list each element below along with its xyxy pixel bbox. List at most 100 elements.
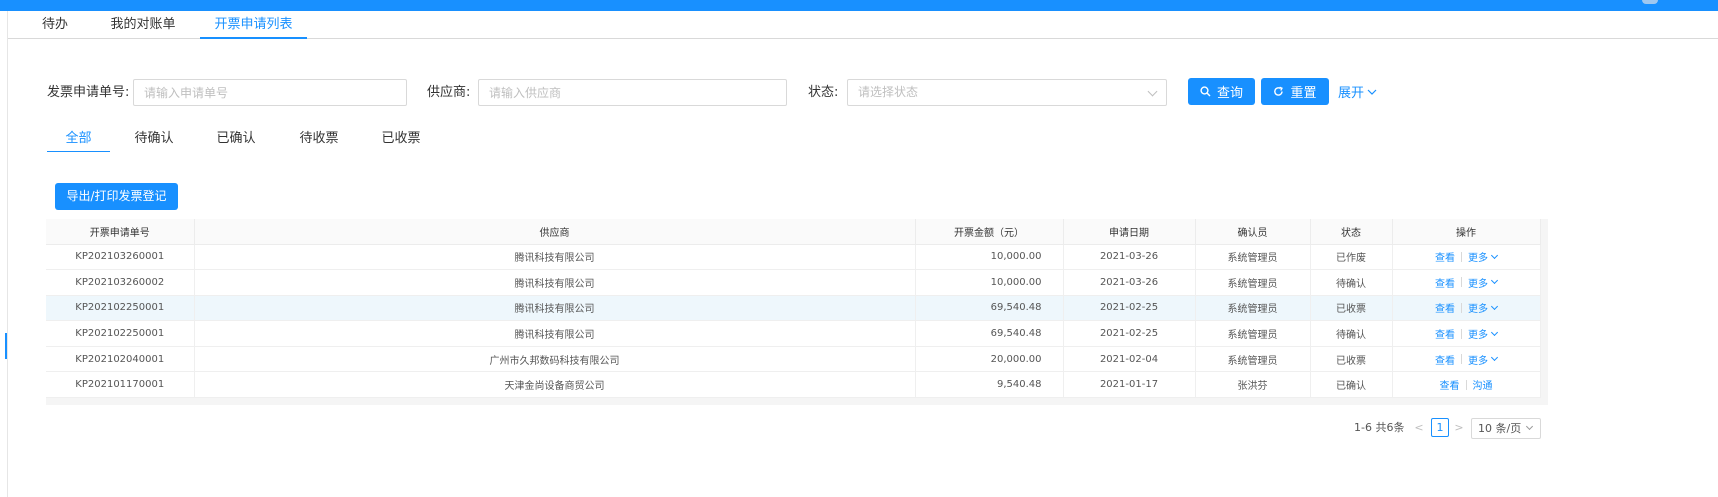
chevron-down-icon[interactable]	[1490, 354, 1499, 362]
more-link[interactable]: 更多	[1468, 249, 1488, 264]
invoice-no-label: 发票申请单号:	[47, 85, 130, 100]
more-link[interactable]: 更多	[1468, 352, 1488, 367]
view-link[interactable]: 查看	[1435, 249, 1455, 264]
more-link[interactable]: 更多	[1468, 300, 1488, 315]
cell-status: 待确认	[1310, 269, 1393, 296]
cell-supplier: 腾讯科技有限公司	[194, 244, 916, 271]
table-row: KP202103260001 腾讯科技有限公司 10,000.00 2021-0…	[46, 244, 1541, 271]
chevron-down-icon[interactable]	[1490, 251, 1499, 259]
cell-status: 待确认	[1310, 320, 1393, 347]
tab-todo[interactable]: 待办	[34, 11, 76, 39]
cell-date: 2021-02-25	[1063, 295, 1196, 322]
query-button[interactable]: 查询	[1188, 78, 1255, 105]
view-link[interactable]: 查看	[1435, 275, 1455, 290]
chevron-down-icon	[1367, 89, 1377, 95]
view-link[interactable]: 查看	[1435, 352, 1455, 367]
expand-label: 展开	[1338, 86, 1365, 101]
status-tab-pending-receipt[interactable]: 待收票	[295, 130, 343, 152]
cell-supplier: 天津金尚设备商贸公司	[194, 371, 916, 399]
cell-amount: 9,540.48	[915, 371, 1064, 399]
cell-supplier: 腾讯科技有限公司	[194, 269, 916, 296]
cell-actions: 查看 更多	[1392, 244, 1541, 271]
cell-status: 已收票	[1310, 346, 1393, 373]
column-header[interactable]: 开票金额（元）	[915, 219, 1064, 245]
cell-status: 已确认	[1310, 371, 1393, 399]
column-header[interactable]: 供应商	[194, 219, 916, 245]
cell-invoice-no: KP202102040001	[46, 346, 195, 373]
top-header-bar	[0, 0, 1718, 11]
pagination-page-1[interactable]: 1	[1431, 418, 1449, 437]
invoice-no-input[interactable]	[133, 79, 407, 106]
pagination-prev-button[interactable]: <	[1414, 420, 1424, 436]
cell-invoice-no: KP202103260001	[46, 244, 195, 271]
cell-invoice-no: KP202102250001	[46, 295, 195, 322]
cell-status: 已收票	[1310, 295, 1393, 322]
status-tab-confirmed[interactable]: 已确认	[212, 130, 260, 152]
expand-filters-button[interactable]: 展开	[1338, 82, 1377, 101]
cell-date: 2021-02-25	[1063, 320, 1196, 347]
supplier-input[interactable]	[478, 79, 787, 106]
cell-date: 2021-01-17	[1063, 371, 1196, 399]
communicate-link[interactable]: 沟通	[1473, 377, 1493, 392]
cell-amount: 10,000.00	[915, 269, 1064, 296]
chevron-down-icon[interactable]	[1490, 302, 1499, 311]
cell-confirmer: 张洪芬	[1195, 371, 1311, 399]
action-divider	[1461, 251, 1462, 262]
query-button-label: 查询	[1216, 85, 1243, 100]
chevron-down-icon	[1147, 86, 1158, 97]
export-print-button[interactable]: 导出/打印发票登记	[55, 183, 178, 210]
view-link[interactable]: 查看	[1435, 300, 1455, 315]
cell-actions: 查看 更多	[1392, 320, 1541, 347]
page-size-select[interactable]: 10 条/页	[1471, 418, 1541, 439]
status-label: 状态:	[808, 85, 839, 100]
chevron-down-icon[interactable]	[1490, 277, 1499, 285]
action-divider	[1465, 379, 1467, 390]
supplier-label: 供应商:	[427, 85, 471, 100]
header-avatar-edge	[1642, 0, 1658, 4]
more-link[interactable]: 更多	[1468, 326, 1488, 341]
column-header[interactable]: 状态	[1310, 219, 1393, 245]
table-header-row: 开票申请单号 供应商 开票金额（元） 申请日期 确认员 状态 操作	[46, 219, 1541, 245]
view-link[interactable]: 查看	[1440, 377, 1460, 392]
status-tab-pending-confirm[interactable]: 待确认	[130, 130, 178, 152]
column-header: 操作	[1392, 219, 1541, 245]
status-select-placeholder: 请选择状态	[858, 85, 919, 99]
cell-amount: 20,000.00	[915, 346, 1064, 373]
column-header[interactable]: 开票申请单号	[46, 219, 195, 245]
table-row: KP202101170001 天津金尚设备商贸公司 9,540.48 2021-…	[46, 371, 1541, 399]
left-scroll-indicator[interactable]	[5, 333, 7, 359]
refresh-icon	[1274, 86, 1284, 96]
tab-my-statements[interactable]: 我的对账单	[104, 11, 182, 39]
cell-actions: 查看 沟通	[1392, 371, 1541, 399]
cell-status: 已作废	[1310, 244, 1393, 271]
cell-amount: 69,540.48	[915, 320, 1064, 347]
tab-invoice-request-list[interactable]: 开票申请列表	[200, 11, 307, 39]
cell-supplier: 广州市久邦数码科技有限公司	[194, 346, 916, 373]
action-divider	[1461, 354, 1462, 365]
status-tab-received[interactable]: 已收票	[377, 130, 425, 152]
view-link[interactable]: 查看	[1435, 326, 1455, 341]
more-link[interactable]: 更多	[1468, 275, 1488, 290]
cell-confirmer: 系统管理员	[1195, 295, 1311, 322]
invoice-table-container: 开票申请单号 供应商 开票金额（元） 申请日期 确认员 状态 操作 KP2021…	[46, 219, 1548, 405]
cell-confirmer: 系统管理员	[1195, 346, 1311, 373]
left-divider	[7, 11, 8, 497]
chevron-down-icon[interactable]	[1490, 328, 1499, 336]
action-divider	[1461, 302, 1462, 313]
table-row: KP202102250001 腾讯科技有限公司 69,540.48 2021-0…	[46, 295, 1541, 322]
cell-confirmer: 系统管理员	[1195, 320, 1311, 347]
reset-button[interactable]: 重置	[1261, 78, 1329, 105]
pagination-next-button[interactable]: >	[1454, 420, 1464, 436]
table-row: KP202102250001 腾讯科技有限公司 69,540.48 2021-0…	[46, 320, 1541, 347]
cell-date: 2021-02-04	[1063, 346, 1196, 373]
column-header[interactable]: 确认员	[1195, 219, 1311, 245]
cell-amount: 10,000.00	[915, 244, 1064, 271]
search-icon	[1200, 86, 1211, 97]
status-select[interactable]: 请选择状态	[847, 79, 1167, 106]
cell-confirmer: 系统管理员	[1195, 244, 1311, 271]
cell-supplier: 腾讯科技有限公司	[194, 295, 916, 322]
status-tab-all[interactable]: 全部	[47, 130, 110, 152]
table-row: KP202102040001 广州市久邦数码科技有限公司 20,000.00 2…	[46, 346, 1541, 373]
column-header[interactable]: 申请日期	[1063, 219, 1196, 245]
chevron-down-icon	[1525, 422, 1534, 431]
